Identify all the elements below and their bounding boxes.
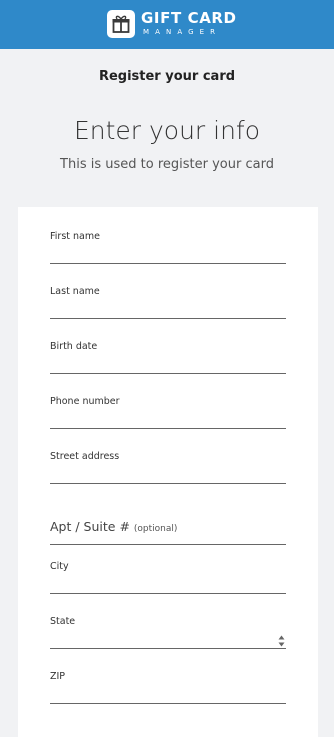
registration-form-card: First name Last name Birth date Phone nu… <box>18 207 318 737</box>
birth-date-label: Birth date <box>50 341 98 352</box>
phone-number-label: Phone number <box>50 396 120 407</box>
last-name-label: Last name <box>50 286 100 297</box>
zip-label: ZIP <box>50 671 66 682</box>
street-address-label: Street address <box>50 451 120 462</box>
birth-date-field[interactable]: Birth date <box>50 341 286 374</box>
gift-icon <box>112 15 130 33</box>
optional-hint: (optional) <box>133 524 178 534</box>
first-name-label: First name <box>50 231 100 242</box>
select-arrows-icon <box>278 635 285 647</box>
state-select[interactable]: State <box>50 616 286 649</box>
apt-suite-label: Apt / Suite # (optional) <box>50 519 177 534</box>
page-subtitle: This is used to register your card <box>60 157 274 172</box>
apt-suite-label-text: Apt / Suite # <box>50 519 130 534</box>
page-heading: Enter your info <box>73 116 261 145</box>
city-field[interactable]: City <box>50 561 286 594</box>
city-label: City <box>50 561 69 572</box>
brand-subtitle: MANAGER <box>143 28 222 36</box>
step-title: Register your card <box>98 69 236 84</box>
last-name-field[interactable]: Last name <box>50 286 286 319</box>
top-bar: GIFT CARD MANAGER <box>0 0 334 49</box>
phone-number-field[interactable]: Phone number <box>50 396 286 429</box>
state-label: State <box>50 616 76 627</box>
first-name-field[interactable]: First name <box>50 231 286 264</box>
street-address-field[interactable]: Street address <box>50 451 286 484</box>
zip-field[interactable]: ZIP <box>50 671 286 704</box>
brand-title: GIFT CARD <box>141 9 237 27</box>
apt-suite-field[interactable]: Apt / Suite # (optional) <box>50 512 286 545</box>
logo <box>107 10 135 38</box>
